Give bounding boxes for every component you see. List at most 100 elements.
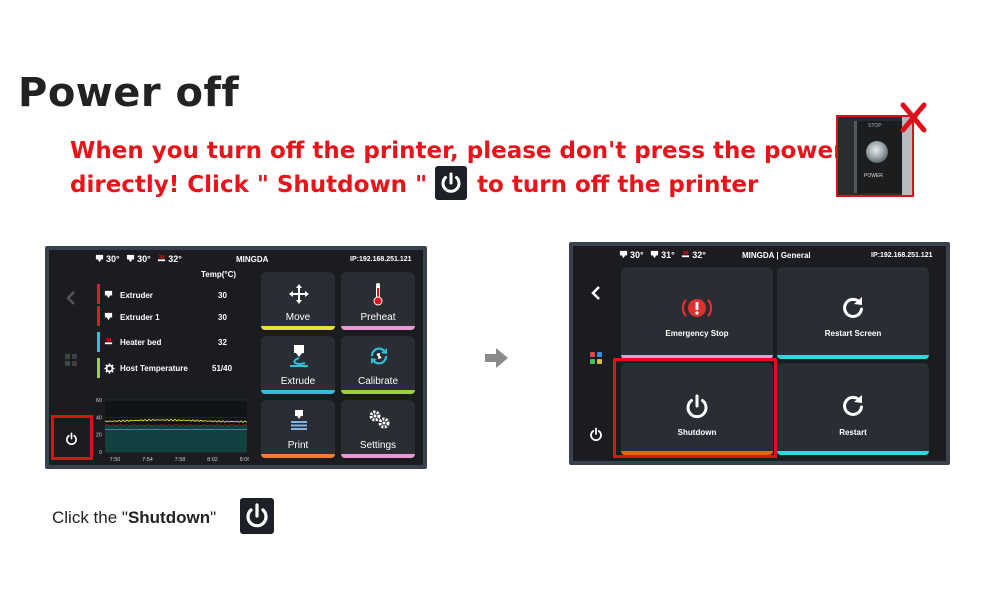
preheat-tile[interactable]: Preheat	[341, 272, 415, 330]
row-value-extruder-1: 30	[218, 313, 227, 322]
caption-prefix: Click the "	[52, 508, 128, 527]
power-icon	[240, 498, 274, 534]
restart-screen-button[interactable]: Restart Screen	[777, 267, 929, 359]
move-icon	[289, 284, 309, 304]
heater-bed-color-bar	[97, 332, 100, 352]
settings-accent	[341, 454, 415, 458]
printer-model: MINGDA | General	[742, 251, 811, 260]
extrude-accent	[261, 390, 335, 394]
calibrate-label: Calibrate	[357, 376, 399, 387]
gear-icon	[369, 410, 390, 429]
row-label-heater-bed: Heater bed	[120, 338, 162, 347]
device-power-label: POWER	[864, 173, 883, 179]
back-icon[interactable]	[590, 285, 602, 301]
restart-label: Restart	[839, 428, 867, 437]
restart-button[interactable]: Restart	[777, 363, 929, 455]
restart-icon	[843, 395, 863, 416]
row-label-extruder-1: Extruder 1	[120, 313, 160, 322]
move-tile[interactable]: Move	[261, 272, 335, 330]
temp-status-bar: 30° 30° 32°	[95, 254, 182, 264]
extruder-color-bar	[97, 284, 100, 304]
printer-main-screen: 30° 30° 32° MINGDA IP:192.168.251.121 Te…	[45, 246, 427, 469]
back-icon[interactable]	[65, 290, 77, 306]
emergency-stop-button[interactable]: Emergency Stop	[621, 267, 773, 359]
temp-extruder-1: 31°	[661, 250, 675, 260]
page-title: Power off	[18, 70, 240, 116]
caption-suffix: "	[210, 508, 217, 527]
restart-screen-accent	[777, 355, 929, 359]
print-tile[interactable]: Print	[261, 400, 335, 458]
chart-y-tick: 60	[96, 398, 102, 404]
row-value-host-temperature: 51/40	[212, 364, 233, 373]
print-label: Print	[287, 440, 309, 451]
instruction-caption: Click the "Shutdown"	[52, 508, 216, 528]
temperature-chart: 60 40 20 0 7:50 7:54 7:58 8:02 8:06	[96, 398, 249, 463]
move-accent	[261, 326, 335, 330]
ip-address: IP:192.168.251.121	[350, 256, 412, 263]
temp-extruder: 30°	[106, 254, 120, 264]
restart-screen-label: Restart Screen	[824, 329, 882, 338]
print-accent	[261, 454, 335, 458]
chart-x-tick: 7:54	[142, 457, 153, 463]
heater-bed-icon	[158, 254, 166, 262]
warning-line-1: When you turn off the printer, please do…	[70, 138, 845, 164]
extruder-icon	[104, 290, 113, 299]
print-icon	[291, 410, 307, 430]
temp-extruder: 30°	[630, 250, 644, 260]
calibrate-accent	[341, 390, 415, 394]
temp-extruder-1: 30°	[137, 254, 151, 264]
row-value-heater-bed: 32	[218, 338, 227, 347]
device-stop-label: STOP	[868, 123, 882, 129]
chart-y-tick: 0	[99, 450, 102, 456]
warning-line-2b: to turn off the printer	[477, 172, 759, 198]
shutdown-button-highlight	[613, 358, 777, 458]
shutdown-icon-highlight	[51, 415, 93, 460]
temp-status-bar: 30° 31° 32°	[619, 250, 706, 260]
arrow-right-icon	[485, 348, 508, 368]
settings-tile[interactable]: Settings	[341, 400, 415, 458]
apps-icon[interactable]	[65, 354, 77, 366]
row-value-extruder: 30	[218, 291, 227, 300]
temp-header: Temp(°C)	[201, 270, 237, 279]
chart-x-tick: 7:50	[110, 457, 121, 463]
warning-text: When you turn off the printer, please do…	[70, 134, 844, 203]
restart-accent	[777, 451, 929, 455]
move-label: Move	[285, 312, 311, 323]
chart-y-tick: 40	[96, 415, 102, 421]
chart-x-tick: 8:06	[240, 457, 249, 463]
row-label-extruder: Extruder	[120, 291, 153, 300]
calibrate-icon	[370, 347, 388, 365]
extrude-label: Extrude	[280, 376, 316, 387]
extruder-icon	[619, 250, 628, 259]
apps-icon[interactable]	[590, 352, 602, 364]
emergency-stop-icon	[682, 299, 712, 317]
heater-bed-icon	[104, 337, 113, 345]
chart-x-tick: 7:58	[175, 457, 186, 463]
temp-bed: 32°	[692, 250, 706, 260]
extruder-icon	[651, 250, 659, 259]
restart-icon	[843, 297, 863, 318]
gear-icon	[104, 363, 115, 374]
physical-power-button	[866, 141, 888, 163]
extrude-tile[interactable]: Extrude	[261, 336, 335, 394]
thermometer-icon	[373, 283, 383, 306]
ip-address: IP:192.168.251.121	[871, 252, 933, 259]
calibrate-tile[interactable]: Calibrate	[341, 336, 415, 394]
emergency-stop-label: Emergency Stop	[665, 329, 729, 338]
chart-y-tick: 20	[96, 433, 102, 439]
warning-line-2a: directly! Click " Shutdown "	[70, 172, 428, 198]
preheat-accent	[341, 326, 415, 330]
row-label-host-temperature: Host Temperature	[120, 364, 188, 373]
heater-bed-icon	[682, 250, 690, 258]
red-x-icon	[900, 102, 927, 133]
preheat-label: Preheat	[360, 312, 396, 323]
extruder-1-color-bar	[97, 306, 100, 326]
chart-area-fill	[105, 426, 247, 452]
host-temp-color-bar	[97, 358, 100, 378]
chart-x-tick: 8:02	[207, 457, 218, 463]
settings-label: Settings	[359, 440, 397, 451]
temp-bed: 32°	[168, 254, 182, 264]
power-icon[interactable]	[589, 427, 603, 441]
extruder-icon	[127, 254, 135, 263]
power-icon	[435, 165, 468, 200]
